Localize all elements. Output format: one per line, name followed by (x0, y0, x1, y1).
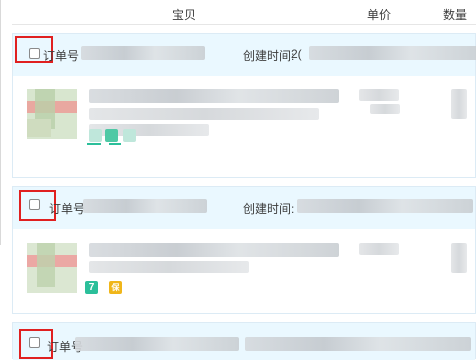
created-time-redacted (245, 337, 471, 351)
order-card: 订单号 (12, 322, 476, 360)
created-time-redacted (309, 46, 476, 60)
product-thumbnail[interactable] (27, 89, 77, 139)
header-quantity: 数量 (443, 8, 468, 22)
table-header: 宝贝 单价 数量 (12, 0, 476, 25)
service-icon-faded (123, 129, 136, 142)
product-title-line2-redacted (89, 261, 249, 273)
guarantee-icon: 保 (109, 281, 122, 294)
unit-price-original-redacted (370, 104, 400, 114)
product-thumbnail[interactable] (27, 243, 77, 293)
quantity-redacted (451, 89, 467, 119)
created-time-label: 创建时间: (243, 202, 295, 216)
order-select-checkbox[interactable] (29, 199, 40, 210)
header-price: 单价 (367, 8, 392, 22)
created-time-value: 2( (291, 47, 302, 61)
order-number-value-redacted (83, 199, 207, 213)
service-underline (87, 143, 101, 145)
order-header: 订单号 (13, 323, 475, 360)
service-icon-faded (89, 129, 102, 142)
unit-price-redacted (359, 89, 399, 101)
order-number-label: 订单号 (49, 202, 86, 216)
created-time-label: 创建时间: (243, 49, 295, 63)
order-select-checkbox[interactable] (29, 48, 40, 59)
seven-day-return-icon: 7 (85, 281, 98, 294)
service-underline (109, 143, 121, 145)
order-card: 订单号 创建时间: 2( (12, 33, 476, 178)
unit-price-redacted (359, 243, 399, 255)
quantity-redacted (451, 243, 467, 273)
left-divider (0, 0, 1, 245)
header-product: 宝贝 (172, 8, 197, 22)
order-header: 订单号 创建时间: 2( (13, 34, 476, 76)
order-number-value-redacted (81, 46, 205, 60)
order-number-value-redacted (75, 337, 239, 351)
product-title-line2-redacted (89, 108, 319, 120)
order-header: 订单号 创建时间: (13, 187, 475, 229)
service-icon (105, 129, 118, 142)
product-title-redacted[interactable] (89, 243, 339, 257)
created-time-redacted (297, 199, 473, 213)
order-number-label: 订单号 (43, 49, 80, 63)
product-title-redacted[interactable] (89, 89, 339, 103)
order-card: 订单号 创建时间: 7 保 (12, 186, 476, 314)
order-select-checkbox[interactable] (29, 337, 40, 348)
